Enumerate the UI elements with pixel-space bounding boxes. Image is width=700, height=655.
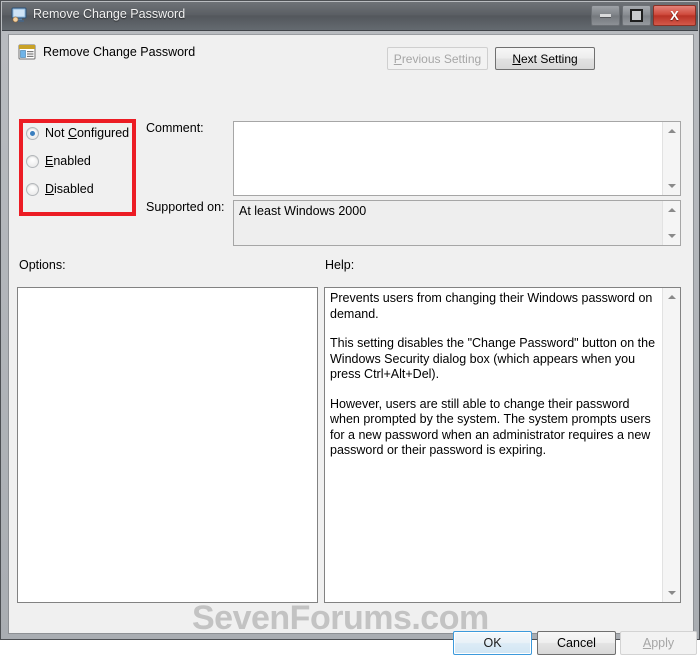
cancel-button[interactable]: Cancel [537, 631, 616, 655]
scroll-down-icon[interactable] [663, 228, 680, 244]
monitor-policy-icon [11, 7, 27, 23]
next-setting-label: Next Setting [512, 51, 578, 66]
help-paragraph: This setting disables the "Change Passwo… [330, 336, 656, 381]
scroll-up-icon[interactable] [663, 202, 680, 218]
scroll-down-icon[interactable] [663, 178, 680, 194]
dialog-client-area: Remove Change Password Previous Setting … [8, 34, 697, 655]
supported-on-scrollbar[interactable] [662, 201, 680, 245]
watermark: SevenForums.com [192, 599, 489, 637]
comment-label: Comment: [146, 121, 204, 135]
radio-unselected-icon [26, 154, 39, 168]
help-text: Prevents users from changing their Windo… [330, 291, 661, 600]
setting-name-heading: Remove Change Password [43, 45, 196, 59]
comment-input[interactable] [233, 121, 681, 196]
radio-not-configured[interactable]: Not Configured [26, 125, 129, 141]
next-setting-button[interactable]: Next Setting [495, 47, 595, 70]
supported-on-field: At least Windows 2000 [233, 200, 681, 246]
minimize-button[interactable] [591, 5, 620, 26]
ok-button[interactable]: OK [453, 631, 532, 655]
scroll-up-icon[interactable] [663, 289, 680, 305]
options-panel[interactable] [17, 287, 318, 603]
help-panel: Prevents users from changing their Windo… [324, 287, 681, 603]
apply-button-label: Apply [642, 636, 675, 650]
previous-setting-button[interactable]: Previous Setting [387, 47, 488, 70]
radio-not-configured-label: Not Configured [45, 126, 130, 140]
dialog-window: Remove Change Password X Remove Change P… [0, 0, 700, 655]
ok-button-label: OK [483, 636, 502, 650]
comment-scrollbar[interactable] [662, 122, 680, 195]
maximize-button[interactable] [622, 5, 651, 26]
close-icon: X [670, 8, 679, 23]
help-label: Help: [325, 258, 355, 272]
policy-setting-icon [18, 44, 36, 60]
help-paragraph: However, users are still able to change … [330, 396, 651, 458]
previous-setting-label: Previous Setting [393, 51, 482, 66]
scroll-up-icon[interactable] [663, 123, 680, 139]
cancel-button-label: Cancel [557, 636, 596, 650]
close-button[interactable]: X [653, 5, 696, 26]
radio-enabled[interactable]: Enabled [26, 153, 91, 169]
radio-selected-icon [26, 126, 39, 140]
supported-on-label: Supported on: [146, 200, 225, 214]
help-paragraph: Prevents users from changing their Windo… [330, 291, 653, 321]
window-title: Remove Change Password [33, 7, 186, 21]
minimize-icon [592, 6, 619, 25]
scroll-down-icon[interactable] [663, 585, 680, 601]
help-scrollbar[interactable] [662, 288, 680, 602]
title-bar: Remove Change Password X [2, 2, 698, 31]
radio-disabled[interactable]: Disabled [26, 181, 94, 197]
apply-button[interactable]: Apply [620, 631, 697, 655]
supported-on-value: At least Windows 2000 [239, 204, 367, 218]
radio-enabled-label: Enabled [45, 154, 91, 168]
radio-disabled-label: Disabled [45, 182, 94, 196]
maximize-icon [623, 6, 650, 25]
radio-unselected-icon [26, 182, 39, 196]
options-label: Options: [19, 258, 66, 272]
